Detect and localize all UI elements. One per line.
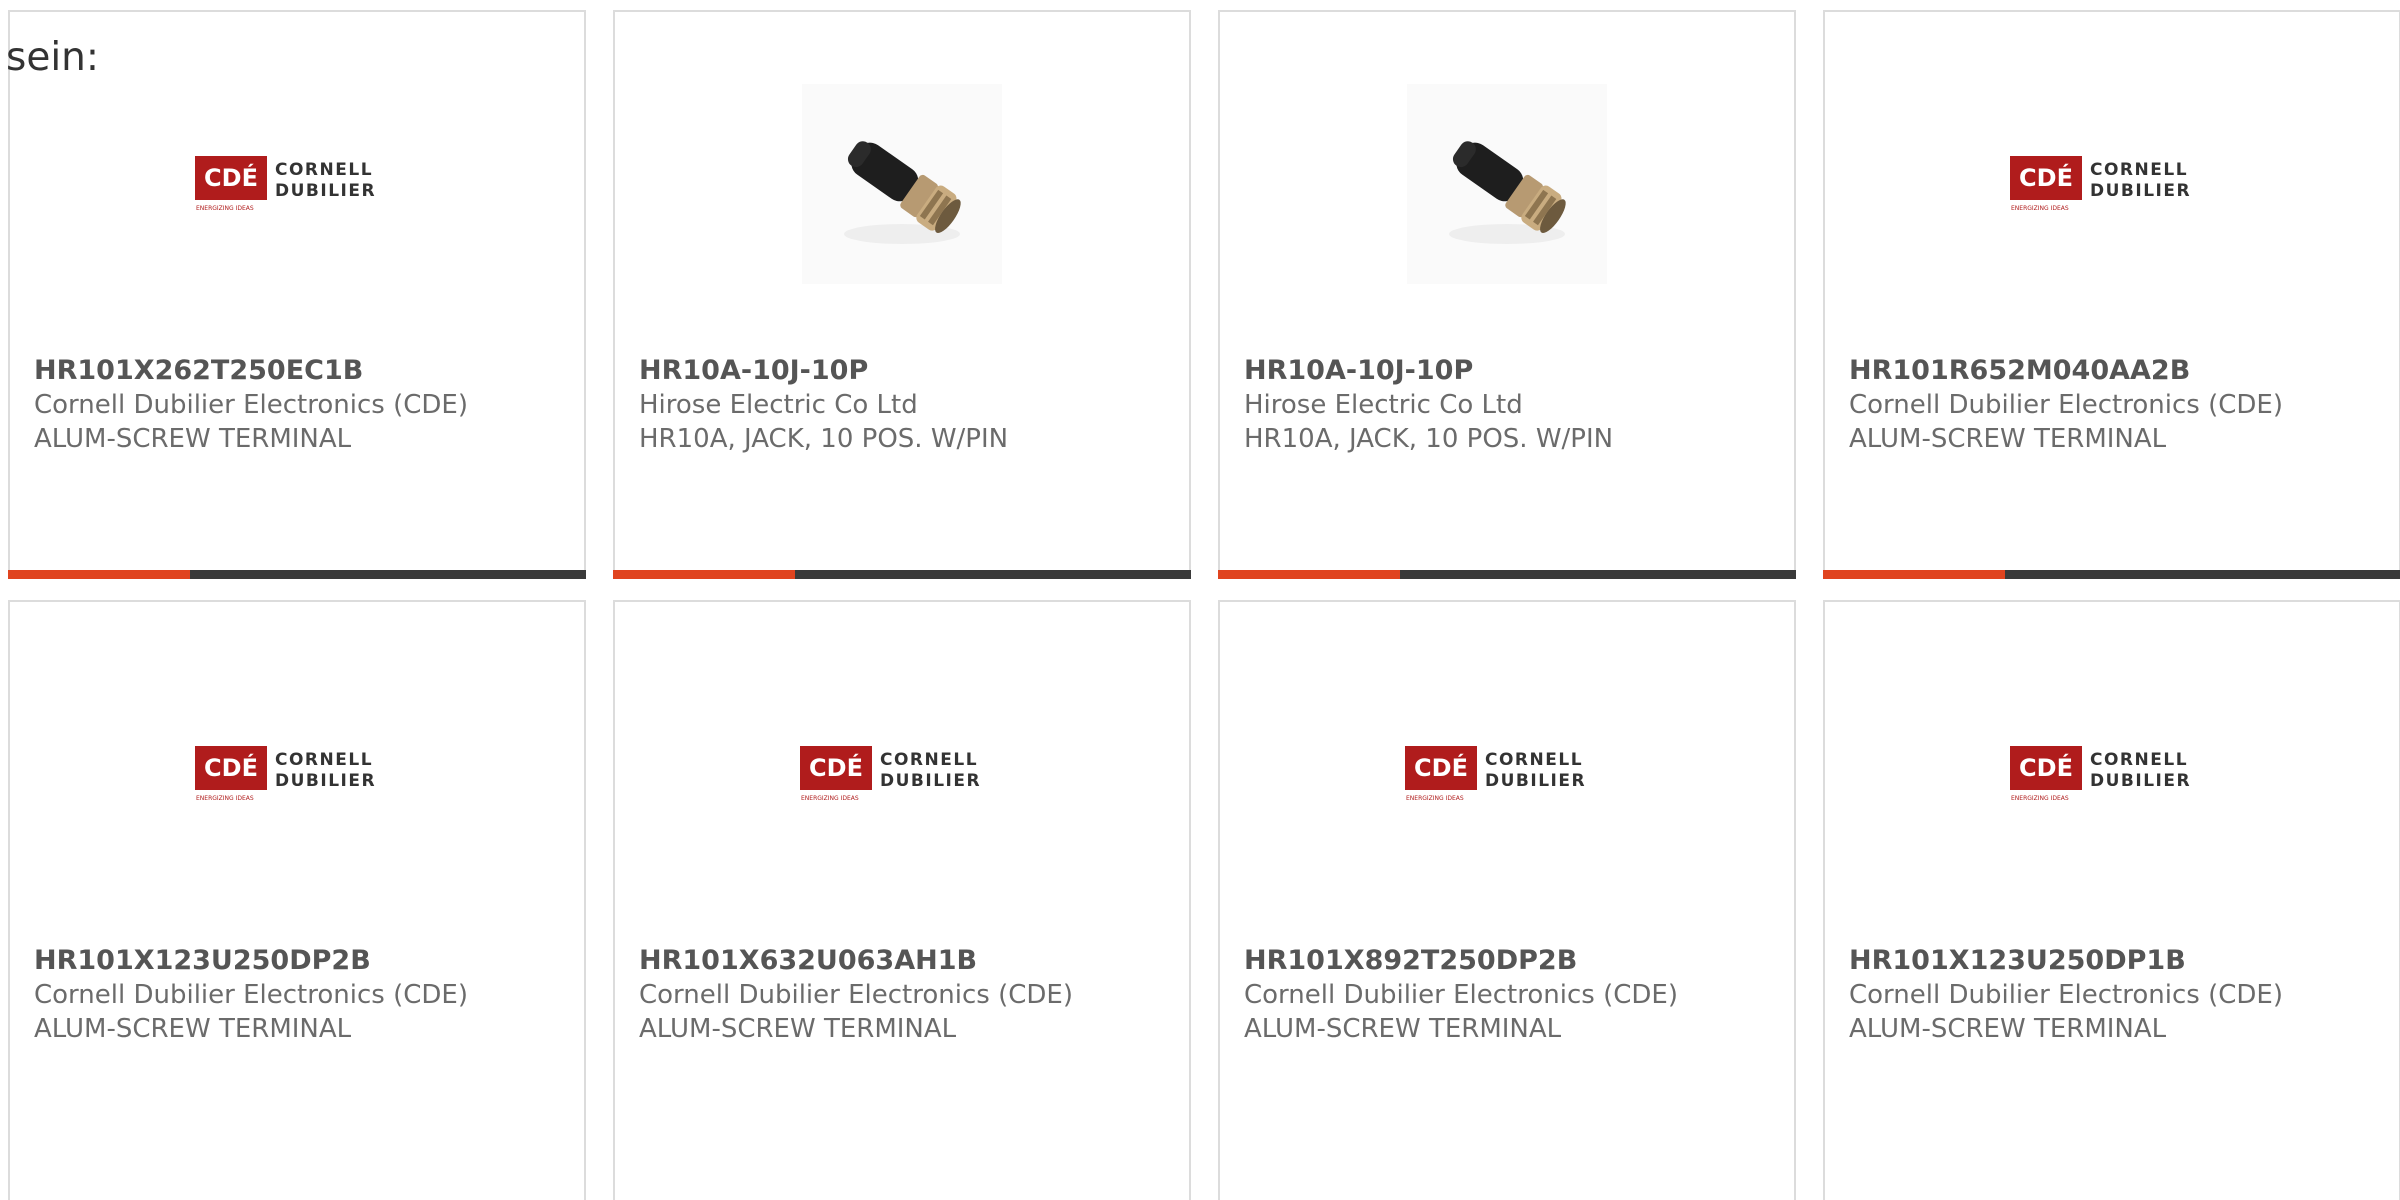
manufacturer-name: Cornell Dubilier Electronics (CDE) (34, 390, 468, 420)
manufacturer-name: Cornell Dubilier Electronics (CDE) (1849, 980, 2283, 1010)
cde-short: CDÉ (204, 753, 258, 782)
intro-text: sein: (6, 35, 100, 80)
manufacturer-name: Cornell Dubilier Electronics (CDE) (639, 980, 1073, 1010)
product-description: HR10A, JACK, 10 POS. W/PIN (1244, 424, 1614, 454)
card-progress-accent (613, 570, 796, 579)
card-progress-bar (1823, 570, 2400, 579)
product-card[interactable]: CDÉ ENERGIZING IDEAS CORNELL DUBILIER HR… (8, 600, 586, 1200)
part-number[interactable]: HR101X123U250DP1B (1849, 944, 2383, 978)
part-number[interactable]: HR101X632U063AH1B (639, 944, 1173, 978)
cde-line1: CORNELL (275, 160, 373, 180)
part-number[interactable]: HR10A-10J-10P (1244, 354, 1778, 388)
card-progress-bar (1218, 570, 1796, 579)
product-description: ALUM-SCREW TERMINAL (1849, 1014, 2167, 1044)
manufacturer-logo[interactable]: CDÉ ENERGIZING IDEAS CORNELL DUBILIER (1220, 664, 1794, 884)
cde-short: CDÉ (204, 163, 258, 192)
product-info: HR101R652M040AA2B Cornell Dubilier Electr… (1849, 354, 2383, 456)
cde-line1: CORNELL (1485, 750, 1583, 770)
manufacturer-name: Cornell Dubilier Electronics (CDE) (1244, 980, 1678, 1010)
part-number[interactable]: HR10A-10J-10P (639, 354, 1173, 388)
product-card[interactable]: CDÉ ENERGIZING IDEAS CORNELL DUBILIER HR… (8, 10, 586, 579)
cde-short: CDÉ (2019, 163, 2073, 192)
product-info: HR101X632U063AH1B Cornell Dubilier Electr… (639, 944, 1173, 1046)
product-card[interactable]: CDÉ ENERGIZING IDEAS CORNELL DUBILIER HR… (613, 600, 1191, 1200)
manufacturer-name: Cornell Dubilier Electronics (CDE) (1849, 390, 2283, 420)
product-description: ALUM-SCREW TERMINAL (34, 424, 352, 454)
cde-line2: DUBILIER (880, 771, 981, 791)
cde-line2: DUBILIER (2090, 771, 2191, 791)
cde-line1: CORNELL (2090, 750, 2188, 770)
cde-tagline: ENERGIZING IDEAS (801, 795, 859, 802)
part-number[interactable]: HR101X123U250DP2B (34, 944, 568, 978)
manufacturer-logo[interactable]: CDÉ ENERGIZING IDEAS CORNELL DUBILIER (1825, 664, 2399, 884)
cde-line1: CORNELL (880, 750, 978, 770)
card-progress-accent (8, 570, 191, 579)
cde-tagline: ENERGIZING IDEAS (1406, 795, 1464, 802)
product-info: HR10A-10J-10P Hirose Electric Co Ltd HR10A… (639, 354, 1173, 456)
cde-tagline: ENERGIZING IDEAS (196, 795, 254, 802)
card-progress-bar (8, 570, 586, 579)
cde-line2: DUBILIER (275, 181, 376, 201)
product-info: HR101X123U250DP2B Cornell Dubilier Electr… (34, 944, 568, 1046)
product-description: ALUM-SCREW TERMINAL (639, 1014, 957, 1044)
manufacturer-logo[interactable]: CDÉ ENERGIZING IDEAS CORNELL DUBILIER (10, 664, 584, 884)
manufacturer-logo[interactable]: CDÉ ENERGIZING IDEAS CORNELL DUBILIER (10, 74, 584, 294)
cde-tagline: ENERGIZING IDEAS (196, 205, 254, 212)
manufacturer-logo[interactable]: CDÉ ENERGIZING IDEAS CORNELL DUBILIER (615, 664, 1189, 884)
product-info: HR101X892T250DP2B Cornell Dubilier Electr… (1244, 944, 1778, 1046)
product-image[interactable] (615, 74, 1189, 294)
manufacturer-name: Hirose Electric Co Ltd (639, 390, 918, 420)
manufacturer-name: Cornell Dubilier Electronics (CDE) (34, 980, 468, 1010)
cde-line2: DUBILIER (2090, 181, 2191, 201)
product-description: ALUM-SCREW TERMINAL (1244, 1014, 1562, 1044)
product-info: HR10A-10J-10P Hirose Electric Co Ltd HR10A… (1244, 354, 1778, 456)
cde-line1: CORNELL (2090, 160, 2188, 180)
product-card[interactable]: HR10A-10J-10P Hirose Electric Co Ltd HR10A… (1218, 10, 1796, 579)
product-description: HR10A, JACK, 10 POS. W/PIN (639, 424, 1009, 454)
part-number[interactable]: HR101X892T250DP2B (1244, 944, 1778, 978)
cde-line2: DUBILIER (1485, 771, 1586, 791)
product-card[interactable]: CDÉ ENERGIZING IDEAS CORNELL DUBILIER HR… (1823, 600, 2400, 1200)
product-description: ALUM-SCREW TERMINAL (34, 1014, 352, 1044)
part-number[interactable]: HR101R652M040AA2B (1849, 354, 2383, 388)
product-image[interactable] (1220, 74, 1794, 294)
card-progress-bar (613, 570, 1191, 579)
cde-tagline: ENERGIZING IDEAS (2011, 205, 2069, 212)
cde-line1: CORNELL (275, 750, 373, 770)
manufacturer-logo[interactable]: CDÉ ENERGIZING IDEAS CORNELL DUBILIER (1825, 74, 2399, 294)
product-info: HR101X123U250DP1B Cornell Dubilier Electr… (1849, 944, 2383, 1046)
card-progress-accent (1218, 570, 1401, 579)
manufacturer-name: Hirose Electric Co Ltd (1244, 390, 1523, 420)
product-info: HR101X262T250EC1B Cornell Dubilier Electr… (34, 354, 568, 456)
product-card[interactable]: CDÉ ENERGIZING IDEAS CORNELL DUBILIER HR… (1823, 10, 2400, 579)
cde-short: CDÉ (2019, 753, 2073, 782)
card-progress-accent (1823, 570, 2006, 579)
cde-line2: DUBILIER (275, 771, 376, 791)
cde-short: CDÉ (809, 753, 863, 782)
product-card[interactable]: HR10A-10J-10P Hirose Electric Co Ltd HR10A… (613, 10, 1191, 579)
cde-short: CDÉ (1414, 753, 1468, 782)
product-description: ALUM-SCREW TERMINAL (1849, 424, 2167, 454)
product-grid: CDÉ ENERGIZING IDEAS CORNELL DUBILIER HR… (8, 10, 2400, 1200)
part-number[interactable]: HR101X262T250EC1B (34, 354, 568, 388)
product-card[interactable]: CDÉ ENERGIZING IDEAS CORNELL DUBILIER HR… (1218, 600, 1796, 1200)
cde-tagline: ENERGIZING IDEAS (2011, 795, 2069, 802)
